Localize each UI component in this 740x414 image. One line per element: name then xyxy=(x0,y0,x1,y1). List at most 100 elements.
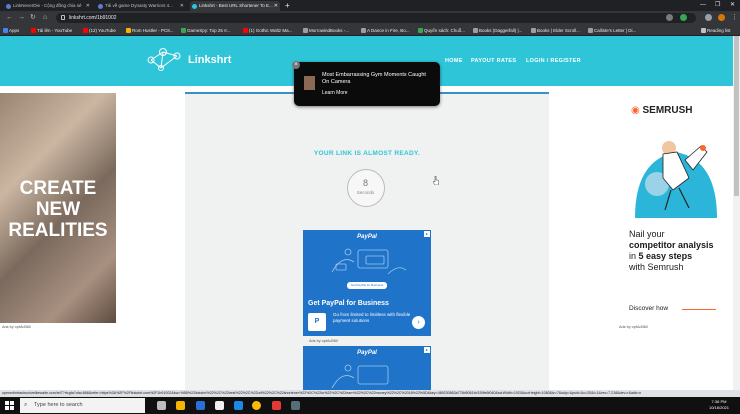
paypal-icon: P xyxy=(308,313,326,331)
semrush-logo: ◉ SEMRUSH xyxy=(631,105,693,116)
right-ad-banner[interactable]: ◉ SEMRUSH Nail your competitor analysis … xyxy=(617,93,733,323)
address-bar[interactable]: linkshrt.com/1b91002 xyxy=(56,13,696,23)
apps-icon xyxy=(3,28,8,33)
ads-by-label[interactable]: Ads by optAd360 xyxy=(309,339,338,343)
avatar[interactable] xyxy=(718,14,725,21)
chrome-icon[interactable] xyxy=(252,401,261,410)
bookmark-item[interactable]: A Dance in Fire, Bo... xyxy=(360,25,410,36)
close-icon[interactable]: ✕ xyxy=(180,1,184,11)
nav-login-register[interactable]: LOGIN / REGISTER xyxy=(526,58,581,64)
file-explorer-icon[interactable] xyxy=(176,401,185,410)
timer-value: 8 xyxy=(362,178,368,188)
semrush-copy: Nail your competitor analysis in 5 easy … xyxy=(629,229,714,272)
bookmark-apps[interactable]: Apps xyxy=(2,25,19,36)
bookmark-item[interactable]: Books | Elder Scroll... xyxy=(530,25,580,36)
forward-icon[interactable]: → xyxy=(18,11,25,25)
chevron-right-icon[interactable]: › xyxy=(412,316,425,329)
close-icon[interactable]: × xyxy=(292,61,300,69)
bookmark-item[interactable]: GameSpy: Top 25 Ir... xyxy=(180,25,230,36)
bookmark-item[interactable]: (1) Gothic Waltz Ma... xyxy=(242,25,292,36)
edge-icon[interactable] xyxy=(196,401,205,410)
ads-by-label[interactable]: Ads by optAd360 xyxy=(619,325,648,329)
paypal-logo: PayPal xyxy=(357,234,377,240)
arrow-right-icon xyxy=(682,309,716,310)
left-ad-banner[interactable]: CREATE NEW REALITIES xyxy=(0,93,116,323)
bookmark-favicon-icon xyxy=(303,28,308,33)
task-view-icon[interactable] xyxy=(157,401,166,410)
shield-icon[interactable] xyxy=(680,14,687,21)
paypal-ad-2[interactable]: ▸ PayPal xyxy=(303,346,431,394)
taskbar-clock[interactable]: 7:38 PM 10/16/2021 xyxy=(705,399,733,411)
browser-tab-0[interactable]: LinkNeverDie - Cộng đồng chia sẻ ✕ xyxy=(4,1,92,11)
back-icon[interactable]: ← xyxy=(6,11,13,25)
reading-list-icon xyxy=(701,28,706,33)
bookmark-favicon-icon xyxy=(473,28,478,33)
paypal-cta-button[interactable]: Get PayPal for Business xyxy=(347,282,387,289)
tab-label: Linkshrt - Best URL Shortener To E... xyxy=(199,3,273,8)
maximize-icon[interactable]: ❐ xyxy=(715,0,720,11)
paypal-illustration-icon xyxy=(331,364,389,389)
browser-tab-2[interactable]: Linkshrt - Best URL Shortener To E... ✕ xyxy=(190,1,280,11)
nav-home[interactable]: HOME xyxy=(445,58,463,64)
app-icon[interactable] xyxy=(234,401,243,410)
bookmark-favicon-icon xyxy=(126,28,131,33)
bookmark-item[interactable]: (12) YouTube xyxy=(82,25,116,36)
popup-ad[interactable]: Most Embarrassing Gym Moments Caught On … xyxy=(294,62,440,106)
tab-favicon-icon xyxy=(192,3,197,9)
paypal-logo: PayPal xyxy=(357,350,377,356)
home-icon[interactable]: ⌂ xyxy=(43,11,47,25)
popup-title: Most Embarrassing Gym Moments Caught On … xyxy=(322,72,426,85)
ad-headline: CREATE NEW REALITIES xyxy=(8,178,108,241)
bookmark-item[interactable]: Books (Daggerfall) |... xyxy=(472,25,522,36)
youtube-icon xyxy=(243,28,248,33)
lock-icon xyxy=(61,15,65,20)
browser-tab-1[interactable]: Tải về game Dynasty Warriors 4... ✕ xyxy=(96,1,186,11)
reading-list[interactable]: Reading list xyxy=(700,25,731,36)
bookmark-item[interactable]: MorrowindBooks -... xyxy=(302,25,349,36)
reload-icon[interactable]: ↻ xyxy=(30,11,36,25)
bookmark-item[interactable]: Calliste's Letter | Di... xyxy=(587,25,636,36)
ads-by-label[interactable]: Ads by optAd360 xyxy=(2,325,31,329)
logo-icon[interactable] xyxy=(145,46,185,74)
semrush-illustration-icon xyxy=(635,141,717,218)
close-icon[interactable]: ✕ xyxy=(274,1,278,11)
nav-payout-rates[interactable]: PAYOUT RATES xyxy=(471,58,516,64)
app-icon[interactable] xyxy=(272,401,281,410)
tab-favicon-icon xyxy=(98,3,103,9)
windows-start-icon[interactable] xyxy=(5,401,14,410)
store-icon[interactable] xyxy=(215,401,224,410)
youtube-icon xyxy=(31,28,36,33)
countdown-timer: 8 Seconds xyxy=(347,169,385,207)
ready-message: YOUR LINK IS ALMOST READY. xyxy=(313,150,421,157)
paypal-ad[interactable]: ▸ PayPal Get PayPal for Business Get Pay… xyxy=(303,230,431,336)
close-icon[interactable]: ✕ xyxy=(86,1,90,11)
tab-favicon-icon xyxy=(6,3,11,9)
bookmark-item[interactable]: Rom Hustler - PC8... xyxy=(125,25,174,36)
tab-label: Tải về game Dynasty Warriors 4... xyxy=(105,3,173,8)
hand-cursor-icon xyxy=(433,176,439,185)
logo-text[interactable]: Linkshrt xyxy=(188,54,231,66)
url-text[interactable]: linkshrt.com/1b91002 xyxy=(69,13,117,23)
scrollbar-thumb[interactable] xyxy=(734,36,739,196)
semrush-flame-icon: ◉ xyxy=(631,105,640,116)
minimize-icon[interactable]: — xyxy=(700,0,706,11)
browser-toolbar: ← → ↻ ⌂ linkshrt.com/1b91002 ⋮ xyxy=(0,11,740,25)
bookmark-favicon-icon xyxy=(531,28,536,33)
popup-learn-more-link[interactable]: Learn More xyxy=(322,90,348,96)
scrollbar[interactable] xyxy=(733,36,740,390)
main-content: YOUR LINK IS ALMOST READY. 8 Seconds ▸ P… xyxy=(185,92,549,394)
search-icon: ⌕ xyxy=(24,402,28,408)
bookmark-favicon-icon xyxy=(361,28,366,33)
status-bar-url: openedinfrastructurelitewaite.com/rel7?r… xyxy=(0,390,740,397)
taskbar-search-input[interactable]: ⌕ Type here to search xyxy=(20,398,145,413)
new-tab-button[interactable]: + xyxy=(285,0,290,11)
puzzle-icon[interactable] xyxy=(705,14,712,21)
app-icon[interactable] xyxy=(291,401,300,410)
extension-icon[interactable] xyxy=(666,14,673,21)
paypal-subtext: Go from limited to limitless with flexib… xyxy=(333,312,411,323)
bookmark-item[interactable]: Quyển sách: Chuỗ... xyxy=(417,25,465,36)
semrush-cta-link[interactable]: Discover how xyxy=(629,305,668,312)
bookmark-item[interactable]: Tải lên - YouTube xyxy=(30,25,72,36)
window-close-icon[interactable]: ✕ xyxy=(730,0,735,11)
menu-icon[interactable]: ⋮ xyxy=(731,11,738,25)
